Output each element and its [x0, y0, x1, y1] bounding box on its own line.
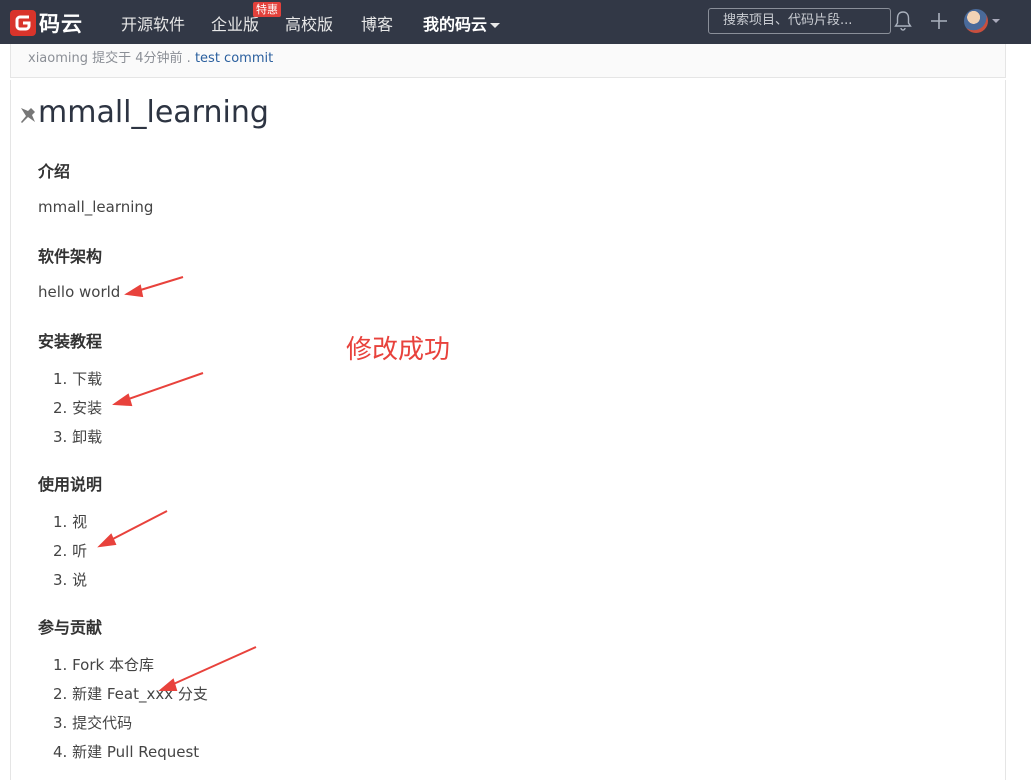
top-nav: 码云 开源软件 企业版 特惠 高校版 博客 我的码云 搜索项目、代码片段...: [0, 0, 1031, 44]
section-heading-contribute: 参与贡献: [38, 618, 103, 637]
list-item: 3. 卸载: [53, 428, 103, 446]
gitee-logo-icon: [10, 10, 36, 36]
list-item: 2. 新建 Feat_xxx 分支: [53, 685, 208, 703]
section-heading-install: 安装教程: [38, 332, 103, 351]
list-item: 1. 视: [53, 513, 88, 531]
section-heading-architecture: 软件架构: [38, 247, 103, 266]
commit-time: 4分钟前: [135, 51, 183, 66]
list-item-text: 安装: [72, 399, 103, 417]
list-item: 4. 新建 Pull Request: [53, 743, 200, 761]
list-item-text: Fork 本仓库: [72, 656, 154, 674]
readme-panel: [10, 80, 1006, 780]
promo-badge: 特惠: [253, 2, 281, 17]
commit-action: 提交于: [88, 51, 136, 66]
logo[interactable]: 码云: [10, 8, 83, 38]
section-heading-intro: 介绍: [38, 162, 71, 181]
chevron-down-icon: [490, 23, 501, 28]
list-item-text: 听: [72, 542, 88, 560]
list-item-text: 新建 Pull Request: [72, 743, 200, 761]
list-item-text: 卸载: [72, 428, 103, 446]
nav-enterprise[interactable]: 企业版: [211, 11, 259, 35]
list-item-text: 下载: [72, 370, 103, 388]
list-item: 2. 安装: [53, 399, 103, 417]
pin-icon: [18, 105, 38, 129]
avatar[interactable]: [964, 9, 988, 33]
section-text-architecture: hello world: [38, 283, 121, 301]
list-item-text: 说: [72, 571, 88, 589]
search-input[interactable]: 搜索项目、代码片段...: [708, 8, 891, 34]
readme-title: mmall_learning: [38, 95, 269, 130]
list-item: 3. 说: [53, 571, 88, 589]
nav-open-source[interactable]: 开源软件: [121, 11, 185, 35]
section-heading-usage: 使用说明: [38, 475, 103, 494]
commit-separator: .: [182, 51, 195, 66]
nav-blog[interactable]: 博客: [361, 11, 393, 35]
commit-message[interactable]: test commit: [195, 51, 273, 66]
list-item-text: 新建 Feat_xxx 分支: [72, 685, 208, 703]
nav-my-gitee-label: 我的码云: [423, 15, 488, 34]
nav-my-gitee[interactable]: 我的码云: [423, 11, 501, 35]
list-item: 1. Fork 本仓库: [53, 656, 154, 674]
list-item: 1. 下载: [53, 370, 103, 388]
latest-commit-bar: xiaoming 提交于 4分钟前 . test commit: [10, 44, 1006, 78]
nav-education[interactable]: 高校版: [285, 11, 333, 35]
list-item: 3. 提交代码: [53, 714, 133, 732]
avatar-chevron-down-icon[interactable]: [992, 19, 1000, 23]
commit-author[interactable]: xiaoming: [28, 51, 88, 66]
annotation-text: 修改成功: [346, 335, 451, 365]
list-item-text: 提交代码: [72, 714, 133, 732]
list-item: 2. 听: [53, 542, 88, 560]
list-item-text: 视: [72, 513, 88, 531]
section-text-intro: mmall_learning: [38, 198, 154, 216]
bell-icon[interactable]: [893, 10, 913, 36]
logo-text: 码云: [39, 12, 83, 36]
plus-icon[interactable]: [929, 11, 949, 35]
